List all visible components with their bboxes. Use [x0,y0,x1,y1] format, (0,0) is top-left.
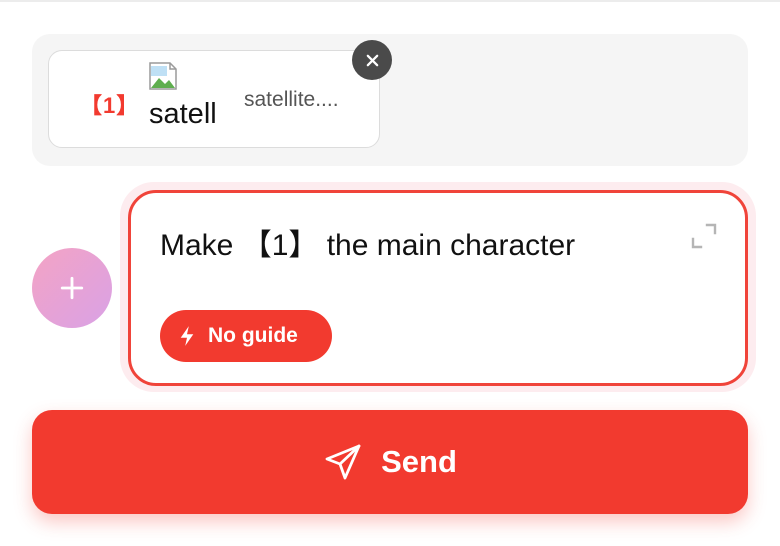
expand-icon [691,223,717,249]
thumbnail-alt-text: satell [149,98,217,130]
remove-attachment-button[interactable] [352,40,392,80]
send-button[interactable]: Send [32,410,748,514]
expand-button[interactable] [690,222,718,250]
add-button[interactable] [32,248,112,328]
close-icon [366,54,378,66]
send-label: Send [381,444,457,479]
attachment-thumbnail: satell [147,60,237,140]
top-divider [0,0,780,2]
lightning-icon [180,326,194,346]
attachment-filename: satellite.... [244,88,339,111]
paper-plane-icon [325,444,361,480]
prompt-text[interactable]: Make 【1】 the main character [160,220,670,264]
plus-icon [60,276,84,300]
chat-composer: 【1】 satell satellite.... Make 【1】 the ma… [0,0,780,546]
guide-mode-chip[interactable]: No guide [160,310,332,362]
attachment-ref-label: 【1】 [80,93,140,118]
guide-chip-label: No guide [208,324,298,347]
broken-image-icon [149,62,177,90]
